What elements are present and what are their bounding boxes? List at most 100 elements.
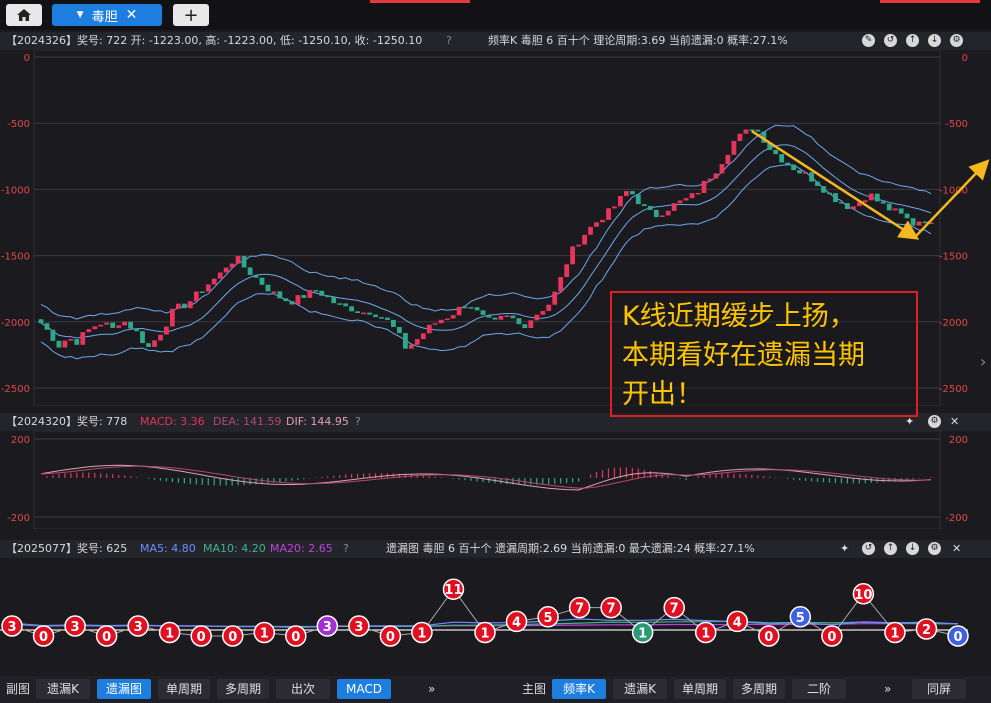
candle-up bbox=[659, 215, 665, 217]
close-icon[interactable]: ✕ bbox=[950, 413, 959, 431]
btn-macd[interactable]: MACD bbox=[337, 679, 391, 699]
btn-miss-k[interactable]: 遗漏K bbox=[36, 679, 90, 699]
down-arrow-icon[interactable]: ↓ bbox=[906, 542, 919, 555]
candle-up bbox=[86, 329, 92, 333]
candle-down bbox=[755, 129, 761, 132]
btn-multi-period[interactable]: 多周期 bbox=[217, 679, 269, 699]
macd-value: MACD: 3.36 bbox=[140, 415, 205, 428]
candle-up bbox=[731, 140, 737, 155]
candle-up bbox=[217, 272, 223, 279]
macd-plot-area bbox=[33, 431, 941, 529]
y-tick-left: 0 bbox=[24, 53, 30, 64]
candle-down bbox=[247, 267, 253, 275]
tab-active[interactable]: ▼ 毒胆 ✕ bbox=[52, 4, 162, 26]
up-arrow-icon[interactable]: ↑ bbox=[884, 542, 897, 555]
candle-down bbox=[821, 186, 826, 193]
candle-up bbox=[307, 290, 313, 298]
candle-up bbox=[618, 196, 623, 207]
plus-icon: + bbox=[183, 4, 199, 26]
help-icon[interactable]: ? bbox=[343, 540, 349, 558]
candle-up bbox=[152, 340, 157, 347]
miss-point-label: 4 bbox=[512, 615, 521, 630]
candle-up bbox=[851, 206, 856, 209]
btn-single-period[interactable]: 单周期 bbox=[158, 679, 210, 699]
close-icon[interactable]: ✕ bbox=[126, 7, 138, 23]
add-tab-button[interactable]: + bbox=[173, 4, 209, 26]
help-icon[interactable]: ? bbox=[446, 32, 452, 50]
settings-icon[interactable]: ⚙ bbox=[928, 542, 941, 555]
candle-up bbox=[420, 333, 426, 340]
btn-main-miss-k[interactable]: 遗漏K bbox=[613, 679, 667, 699]
macd-y-tick-left: -200 bbox=[7, 513, 30, 524]
home-button[interactable] bbox=[6, 4, 42, 26]
settings-icon[interactable]: ⚙ bbox=[950, 34, 963, 47]
candle-up bbox=[665, 210, 671, 216]
back-icon[interactable]: ↺ bbox=[884, 34, 897, 47]
candle-up bbox=[743, 129, 749, 134]
sub-chart-label: 副图 bbox=[6, 682, 31, 696]
candle-down bbox=[630, 191, 635, 195]
candle-down bbox=[373, 314, 378, 318]
btn-miss-chart[interactable]: 遗漏图 bbox=[97, 679, 151, 699]
miss-point-label: 3 bbox=[323, 620, 332, 635]
miss-point-label: 5 bbox=[544, 611, 553, 626]
miss-point-label: 3 bbox=[71, 620, 80, 635]
more-left-icon[interactable]: » bbox=[428, 679, 435, 699]
btn-same-screen[interactable]: 同屏 bbox=[912, 679, 966, 699]
chevron-right-icon[interactable]: › bbox=[980, 352, 986, 371]
candle-down bbox=[898, 208, 904, 214]
up-arrow-icon[interactable]: ↑ bbox=[906, 34, 919, 47]
candle-up bbox=[68, 339, 74, 341]
btn-main-single-period[interactable]: 单周期 bbox=[674, 679, 726, 699]
candle-down bbox=[480, 310, 486, 315]
candle-down bbox=[325, 295, 331, 298]
more-right-icon[interactable]: » bbox=[884, 679, 891, 699]
candle-down bbox=[301, 295, 307, 298]
pin-icon[interactable]: ✦ bbox=[840, 540, 849, 558]
candle-down bbox=[880, 201, 886, 204]
tab-label: 毒胆 bbox=[91, 9, 118, 25]
dropdown-icon[interactable]: ▼ bbox=[77, 10, 84, 20]
candle-down bbox=[385, 317, 390, 320]
candle-up bbox=[892, 208, 898, 211]
close-icon[interactable]: ✕ bbox=[952, 540, 961, 558]
candle-down bbox=[337, 303, 343, 305]
back-icon[interactable]: ↺ bbox=[862, 542, 875, 555]
candle-down bbox=[56, 340, 62, 348]
miss-point-label: 7 bbox=[607, 602, 616, 617]
candle-down bbox=[379, 317, 384, 319]
miss-point-label: 0 bbox=[197, 630, 206, 645]
ma10-value: MA10: 4.20 bbox=[203, 542, 266, 555]
btn-main-multi-period[interactable]: 多周期 bbox=[733, 679, 785, 699]
candle-down bbox=[349, 306, 354, 312]
miss-header-prefix: 【2025077】奖号: 625 bbox=[6, 542, 128, 555]
candle-up bbox=[689, 193, 695, 199]
candle-down bbox=[773, 149, 779, 155]
candle-down bbox=[827, 192, 832, 195]
down-arrow-icon[interactable]: ↓ bbox=[928, 34, 941, 47]
miss-point-label: 1 bbox=[480, 627, 489, 642]
candle-up bbox=[916, 221, 922, 226]
btn-freq-k[interactable]: 频率K bbox=[552, 679, 606, 699]
miss-point-label: 7 bbox=[575, 602, 584, 617]
miss-point-label: 0 bbox=[953, 630, 962, 645]
btn-second-order[interactable]: 二阶 bbox=[792, 679, 846, 699]
edit-icon[interactable]: ✎ bbox=[862, 34, 875, 47]
settings-icon[interactable]: ⚙ bbox=[928, 415, 941, 428]
y-tick-left: -1000 bbox=[1, 185, 30, 196]
candle-down bbox=[331, 297, 337, 304]
candle-down bbox=[403, 333, 408, 349]
candle-down bbox=[283, 298, 289, 302]
miss-point-label: 0 bbox=[827, 630, 836, 645]
miss-chart[interactable]: 30303 1 0 0 1 03 30 11114 57 71714050101 2 0 bbox=[0, 558, 991, 674]
miss-point-label: 11 bbox=[444, 583, 462, 598]
candle-up bbox=[624, 191, 629, 196]
candle-up bbox=[187, 301, 193, 309]
candle-up bbox=[432, 323, 438, 325]
macd-header-prefix: 【2024320】奖号: 778 bbox=[6, 415, 128, 428]
candle-down bbox=[474, 307, 480, 311]
candle-up bbox=[868, 193, 874, 201]
btn-out-count[interactable]: 出次 bbox=[276, 679, 330, 699]
macd-chart[interactable]: 200 200 -200 -200 bbox=[0, 431, 991, 529]
help-icon[interactable]: ? bbox=[355, 413, 361, 431]
